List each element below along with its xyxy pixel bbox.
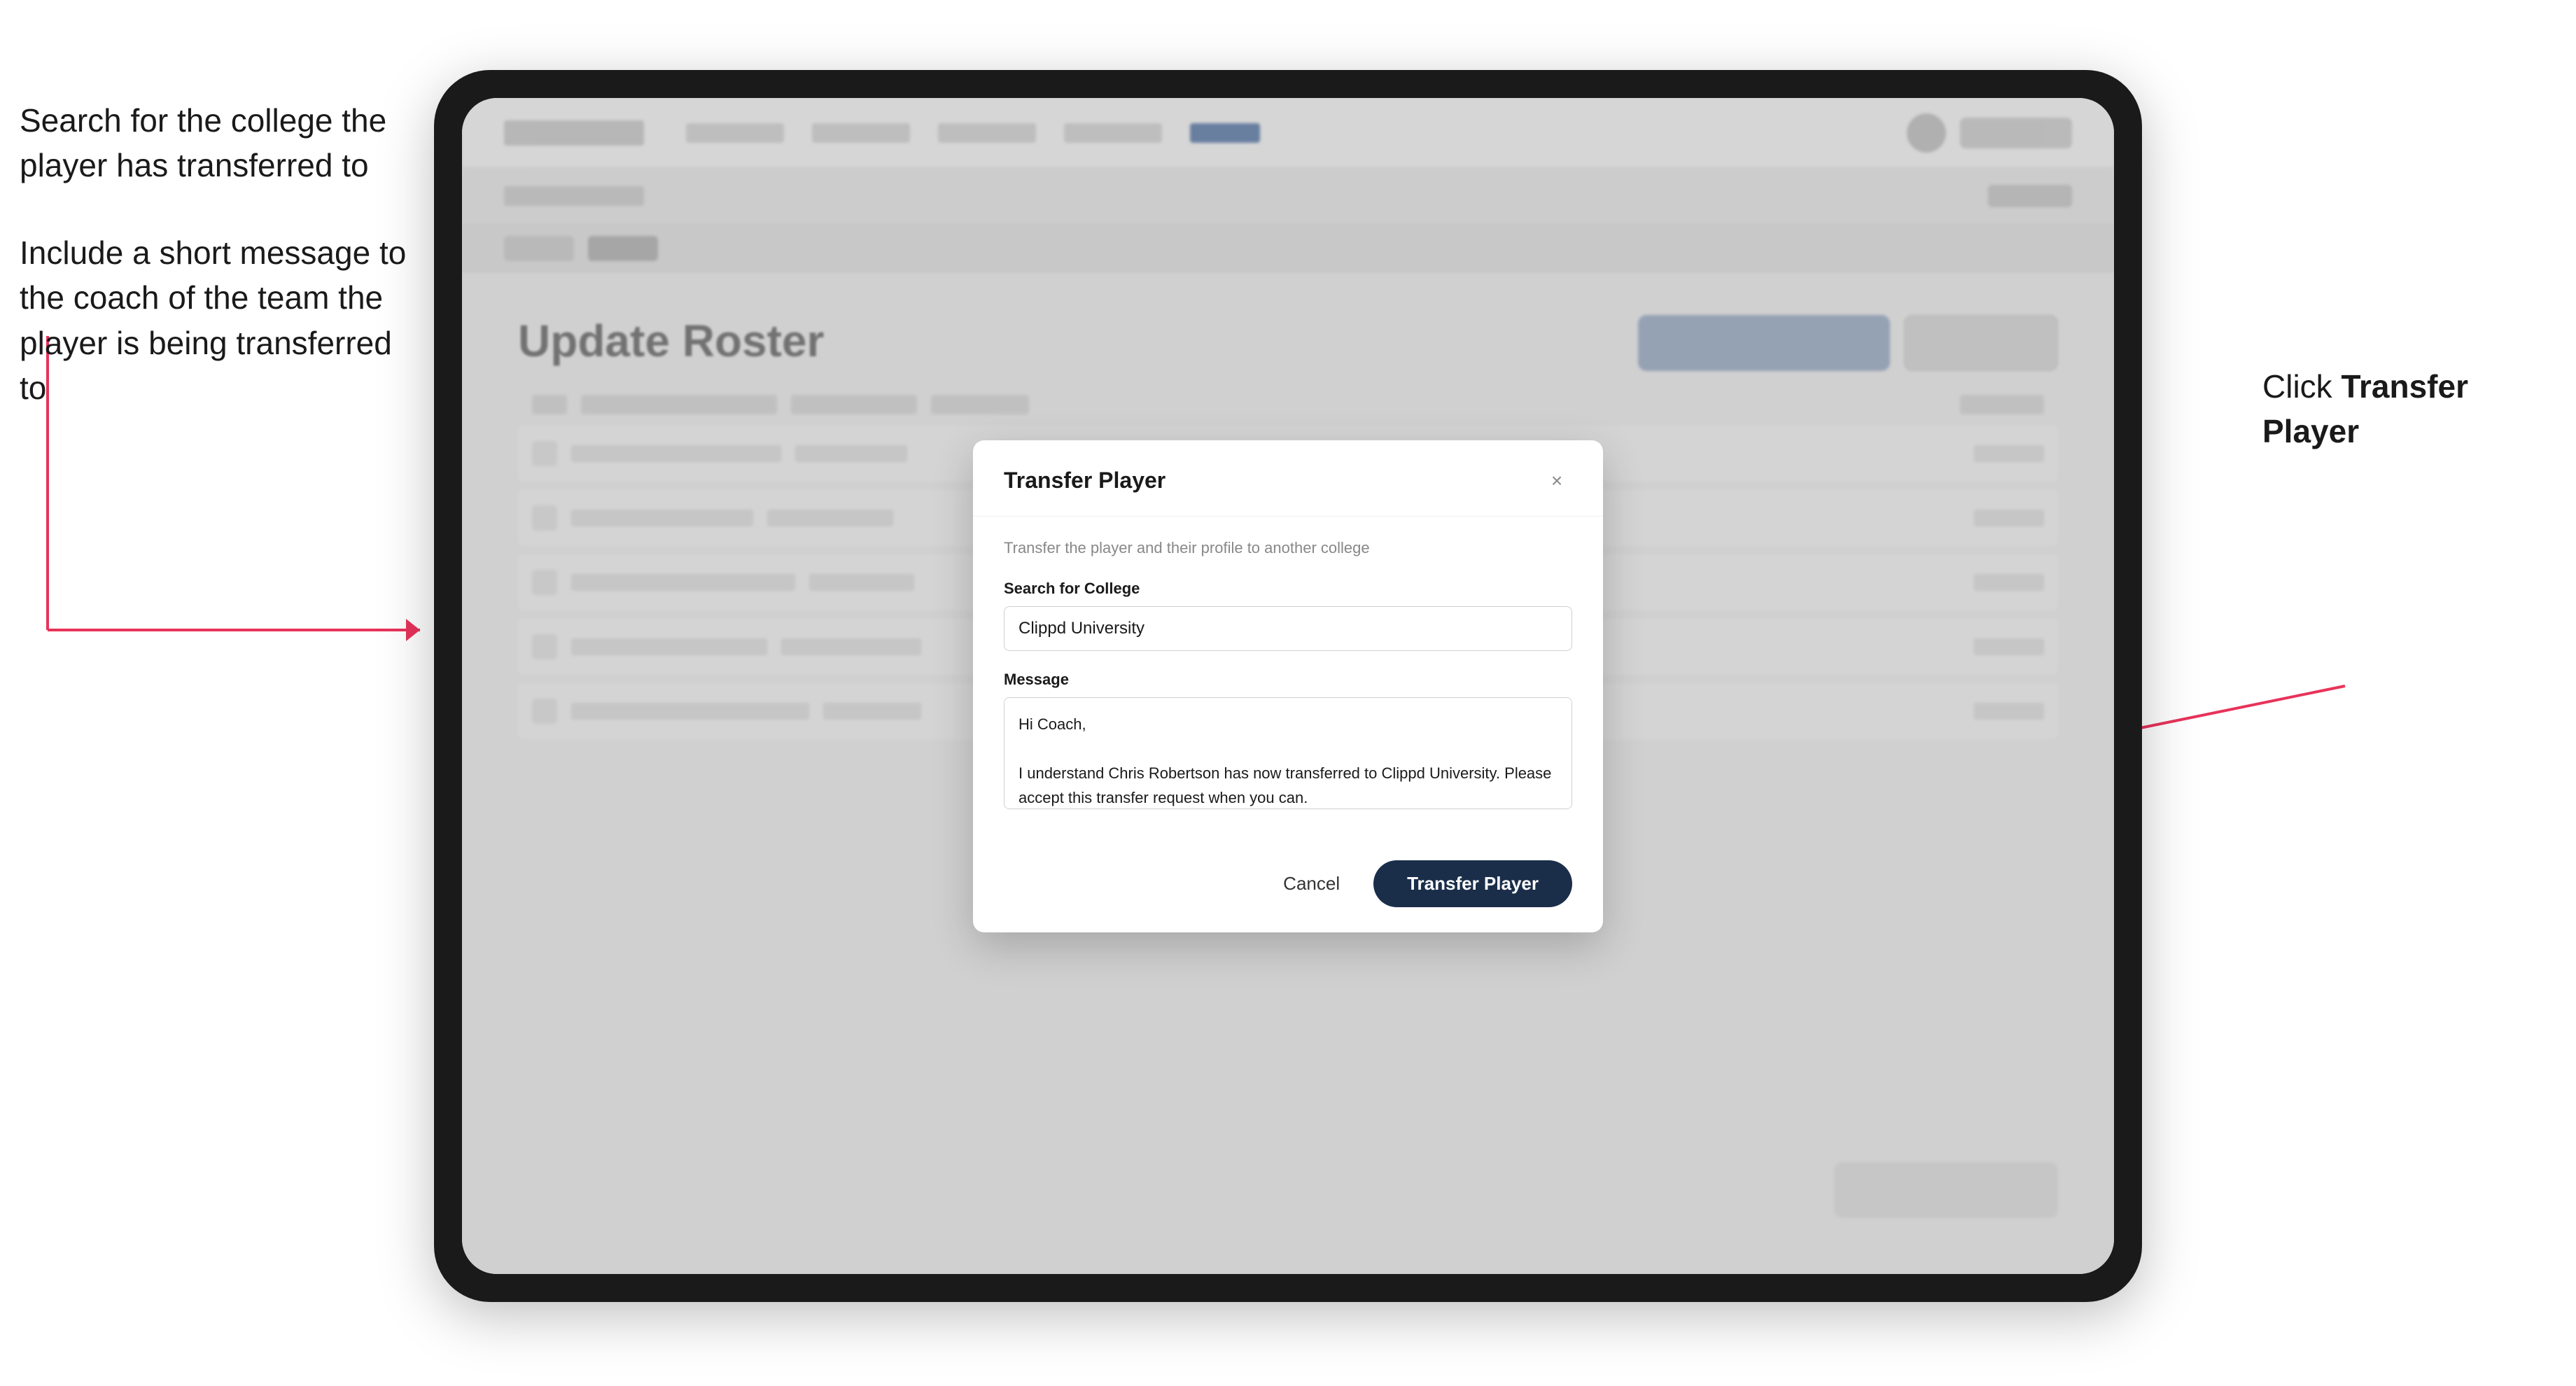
- annotation-click-text: Click Transfer Player: [2262, 364, 2556, 454]
- search-college-label: Search for College: [1004, 580, 1572, 598]
- modal-close-button[interactable]: ×: [1541, 465, 1572, 496]
- tablet-screen: Update Roster: [462, 98, 2114, 1274]
- search-college-input[interactable]: [1004, 606, 1572, 651]
- message-textarea[interactable]: Hi Coach, I understand Chris Robertson h…: [1004, 697, 1572, 809]
- annotation-left-panel: Search for the college the player has tr…: [20, 98, 412, 452]
- app-background: Update Roster: [462, 98, 2114, 1274]
- modal-overlay: Transfer Player × Transfer the player an…: [462, 98, 2114, 1274]
- cancel-button[interactable]: Cancel: [1266, 862, 1357, 906]
- modal-header: Transfer Player ×: [973, 440, 1603, 517]
- modal-subtitle: Transfer the player and their profile to…: [1004, 539, 1572, 557]
- transfer-player-button[interactable]: Transfer Player: [1373, 860, 1572, 907]
- modal-body: Transfer the player and their profile to…: [973, 517, 1603, 844]
- message-label: Message: [1004, 671, 1572, 689]
- modal-footer: Cancel Transfer Player: [973, 844, 1603, 932]
- annotation-message-text: Include a short message to the coach of …: [20, 230, 412, 411]
- annotation-search-text: Search for the college the player has tr…: [20, 98, 412, 188]
- tablet-device: Update Roster: [434, 70, 2142, 1302]
- annotation-right-panel: Click Transfer Player: [2262, 364, 2556, 496]
- modal-title: Transfer Player: [1004, 468, 1166, 493]
- close-icon: ×: [1551, 470, 1562, 492]
- transfer-player-modal: Transfer Player × Transfer the player an…: [973, 440, 1603, 932]
